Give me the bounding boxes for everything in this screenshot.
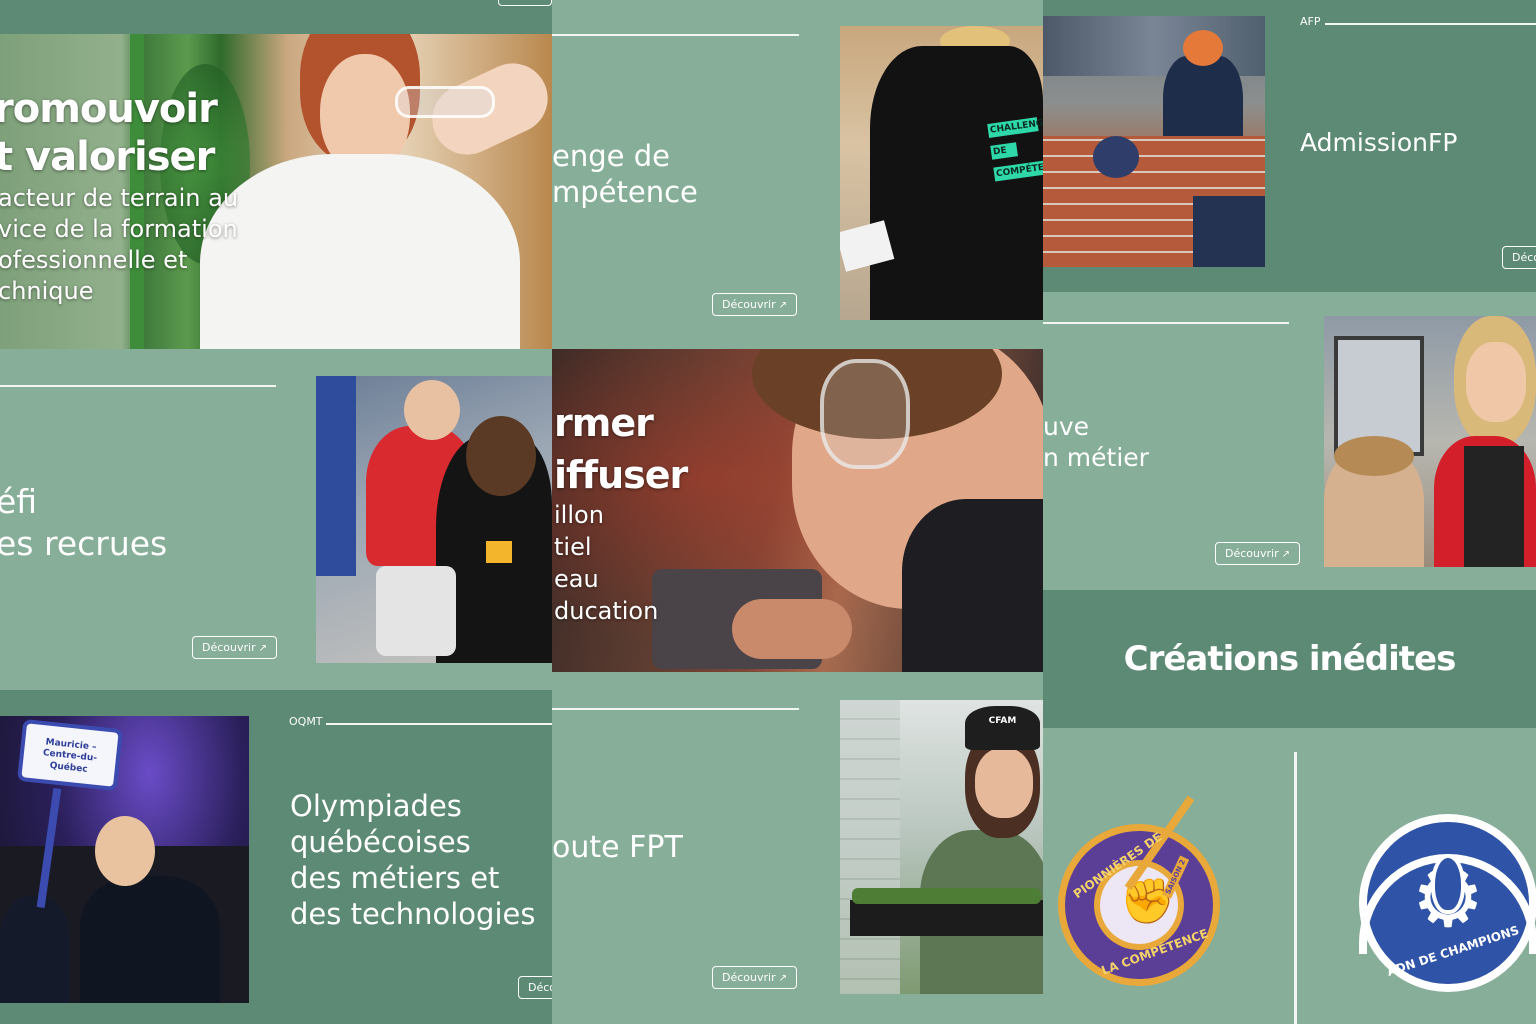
flame-icon	[1431, 854, 1465, 914]
hero-body-line1: acteur de terrain au	[0, 184, 239, 212]
metier-photo	[1324, 316, 1536, 567]
metier-rule	[1043, 322, 1289, 324]
recrues-card: éfi es recrues Découvrir ↗	[0, 349, 552, 690]
button-label: Découvrir	[1225, 547, 1279, 560]
challenge-title-line2: mpétence	[552, 175, 698, 209]
hero-body-line4: chnique	[0, 277, 94, 305]
arrow-up-right-icon: ↗	[778, 300, 787, 311]
former-title-line2: iffuser	[554, 453, 688, 497]
afp-card: AFP AdmissionFP Déco	[1043, 0, 1536, 292]
creations-title: Créations inédites	[1123, 639, 1457, 679]
badges-card: ✊ PIONNIÈRES DE LA COMPÉTENCE SAISON 2 ⚙…	[1043, 728, 1536, 1024]
shirt-text-2: DE	[990, 142, 1018, 160]
former-body-line4: ducation	[554, 597, 659, 625]
fpt-rule	[552, 708, 799, 710]
metier-card: uve n métier Découvrir ↗	[1043, 292, 1536, 590]
challenge-card: enge de mpétence Découvrir ↗ CHALLENGE DE…	[552, 0, 1043, 349]
fpt-title: oute FPT	[552, 830, 683, 865]
challenge-title-line1: enge de	[552, 139, 670, 173]
button-label: Découvrir	[722, 298, 776, 311]
fpt-photo: CFAM	[840, 700, 1043, 994]
former-body-line1: illon	[554, 501, 604, 529]
beanie: CFAM	[965, 706, 1040, 750]
hero-title-line2: t valoriser	[0, 134, 215, 180]
fpt-card: oute FPT Découvrir ↗ CFAM	[552, 672, 1043, 1024]
challenge-photo: CHALLENGE DE COMPÉTENCE	[840, 26, 1043, 320]
hero-body-line3: ofessionnelle et	[0, 246, 188, 274]
button-label: Découvrir	[202, 641, 256, 654]
fpt-discover-button[interactable]: Découvrir ↗	[712, 966, 797, 989]
pionnieres-badge: ✊ PIONNIÈRES DE LA COMPÉTENCE SAISON 2	[1058, 795, 1220, 986]
hero-title-line1: romouvoir	[0, 86, 218, 132]
recrues-discover-button[interactable]: Découvrir ↗	[192, 636, 277, 659]
former-card: rmer iffuser illon tiel eau ducation	[552, 349, 1043, 672]
top-button-fragment[interactable]	[498, 0, 552, 6]
hero-card: romouvoir t valoriser acteur de terrain …	[0, 0, 552, 349]
button-label: Déco	[528, 981, 552, 994]
badges-divider	[1294, 752, 1297, 1024]
metier-title-line2: n métier	[1043, 443, 1149, 472]
adn-champions-badge: ⚙ ADN DE CHAMPIONS	[1359, 814, 1536, 992]
oqmt-card: OQMT Mauricie – Centre-du-Québec Olympia…	[0, 690, 552, 1024]
oqmt-tag: OQMT	[289, 715, 323, 728]
oqmt-title-line2: québécoises	[290, 825, 471, 859]
recrues-title-line1: éfi	[0, 482, 38, 521]
challenge-rule	[552, 34, 799, 36]
afp-title: AdmissionFP	[1300, 128, 1458, 157]
afp-rule	[1325, 23, 1536, 25]
beanie-text: CFAM	[988, 716, 1017, 726]
former-title-line1: rmer	[554, 401, 654, 445]
metier-discover-button[interactable]: Découvrir ↗	[1215, 542, 1300, 565]
recrues-rule	[0, 385, 276, 387]
button-label: Découvrir	[722, 971, 776, 984]
recrues-photo	[316, 376, 552, 663]
region-sign: Mauricie – Centre-du-Québec	[17, 718, 123, 792]
button-label: Déco	[1512, 251, 1536, 264]
oqmt-discover-button[interactable]: Déco	[518, 976, 552, 999]
challenge-discover-button[interactable]: Découvrir ↗	[712, 293, 797, 316]
arrow-up-right-icon: ↗	[778, 973, 787, 984]
creations-banner: Créations inédites	[1043, 590, 1536, 728]
arrow-up-right-icon: ↗	[258, 643, 267, 654]
oqmt-rule	[326, 723, 552, 725]
metier-title-line1: uve	[1043, 412, 1090, 441]
afp-photo	[1043, 16, 1265, 267]
oqmt-title-line4: des technologies	[290, 897, 536, 931]
former-body-line2: tiel	[554, 533, 592, 561]
oqmt-title-line3: des métiers et	[290, 861, 500, 895]
hero-body-line2: vice de la formation	[0, 215, 238, 243]
oqmt-title-line1: Olympiades	[290, 789, 462, 823]
former-body-line3: eau	[554, 565, 599, 593]
oqmt-photo: Mauricie – Centre-du-Québec	[0, 716, 249, 1003]
afp-tag: AFP	[1300, 15, 1321, 28]
arrow-up-right-icon: ↗	[1281, 549, 1290, 560]
recrues-title-line2: es recrues	[0, 524, 168, 563]
afp-discover-button[interactable]: Déco	[1502, 246, 1536, 269]
shirt-text-3: COMPÉTENCE	[993, 160, 1043, 182]
